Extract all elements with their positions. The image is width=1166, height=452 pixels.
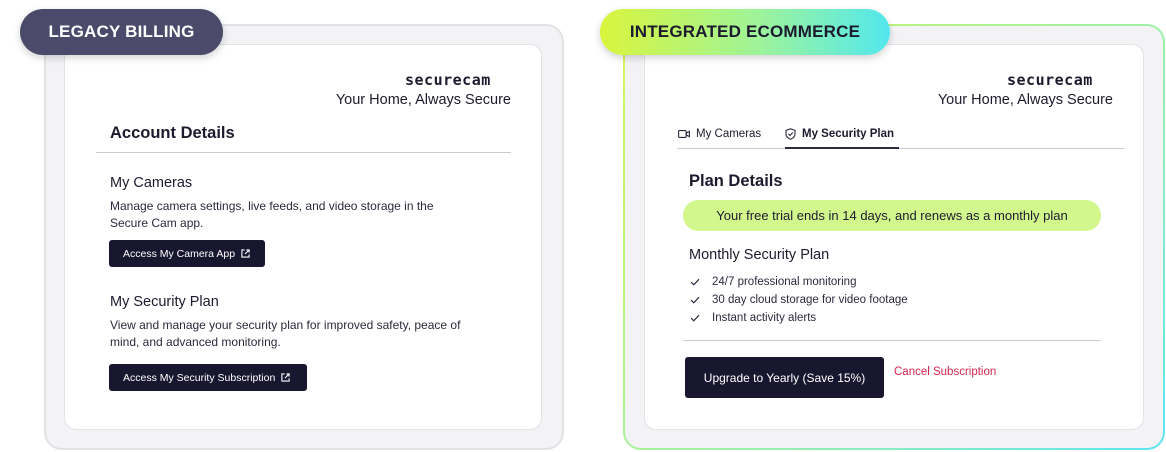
legacy-billing-badge: LEGACY BILLING — [20, 9, 223, 55]
tagline: Your Home, Always Secure — [335, 92, 511, 108]
securecam-logo: securecam — [405, 71, 491, 89]
tab-my-security-plan[interactable]: My Security Plan — [785, 128, 894, 140]
security-description-line2: mind, and advanced monitoring. — [110, 335, 281, 349]
external-link-icon — [241, 249, 250, 258]
check-icon — [690, 314, 700, 322]
access-camera-app-button[interactable]: Access My Camera App — [109, 240, 265, 267]
my-cameras-heading: My Cameras — [110, 175, 193, 191]
check-icon — [690, 296, 700, 304]
shield-check-icon — [785, 128, 796, 140]
plan-details-heading: Plan Details — [689, 172, 783, 190]
cancel-subscription-link[interactable]: Cancel Subscription — [894, 366, 996, 378]
security-description-line1: View and manage your security plan for i… — [110, 318, 461, 332]
tab-my-security-plan-label: My Security Plan — [802, 128, 895, 140]
tab-my-cameras[interactable]: My Cameras — [678, 128, 761, 140]
my-cameras-description-line1: Manage camera settings, live feeds, and … — [110, 199, 434, 213]
trial-banner: Your free trial ends in 14 days, and ren… — [683, 200, 1101, 231]
my-cameras-description-line2: Secure Cam app. — [110, 216, 204, 230]
access-security-subscription-label: Access My Security Subscription — [123, 371, 276, 384]
plan-name: Monthly Security Plan — [689, 247, 830, 263]
integrated-ecommerce-badge: INTEGRATED ECOMMERCE — [600, 9, 890, 55]
tagline: Your Home, Always Secure — [937, 92, 1113, 108]
feature-item: Instant activity alerts — [690, 312, 816, 324]
feature-text: 24/7 professional monitoring — [712, 276, 857, 288]
account-details-heading: Account Details — [110, 124, 235, 142]
divider — [96, 152, 511, 153]
feature-text: 30 day cloud storage for video footage — [712, 294, 908, 306]
plan-divider — [683, 340, 1101, 341]
my-security-plan-heading: My Security Plan — [110, 294, 219, 310]
check-icon — [690, 278, 700, 286]
feature-item: 24/7 professional monitoring — [690, 276, 856, 288]
feature-text: Instant activity alerts — [712, 312, 817, 324]
access-security-subscription-button[interactable]: Access My Security Subscription — [109, 364, 307, 391]
trial-banner-text: Your free trial ends in 14 days, and ren… — [716, 208, 1068, 223]
upgrade-button-label: Upgrade to Yearly (Save 15%) — [703, 370, 866, 385]
feature-item: 30 day cloud storage for video footage — [690, 294, 908, 306]
upgrade-to-yearly-button[interactable]: Upgrade to Yearly (Save 15%) — [685, 357, 884, 398]
active-tab-indicator — [785, 147, 899, 149]
tabs-divider — [677, 148, 1124, 149]
video-camera-icon — [678, 130, 690, 138]
external-link-icon — [281, 373, 290, 382]
securecam-logo: securecam — [1007, 71, 1093, 89]
access-camera-app-label: Access My Camera App — [123, 247, 236, 260]
tab-my-cameras-label: My Cameras — [696, 128, 762, 140]
